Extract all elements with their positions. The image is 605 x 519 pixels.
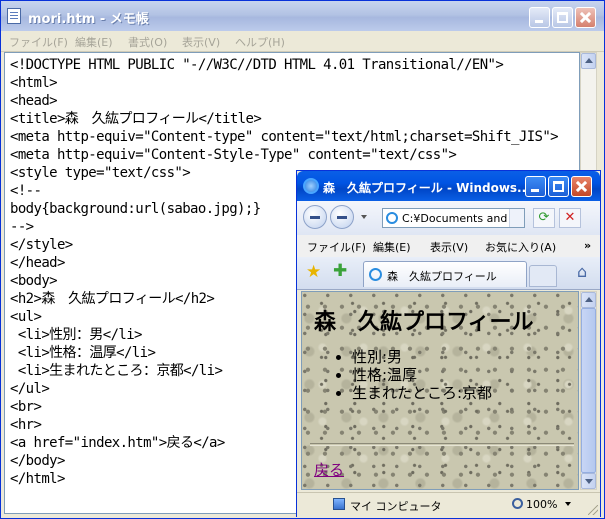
minimize-icon xyxy=(530,8,549,27)
code-line: <hr> xyxy=(10,417,42,433)
menu-file[interactable]: ファイル(F) xyxy=(307,239,366,255)
code-line: </head> xyxy=(10,255,65,271)
tab-label: 森 久紘プロフィール xyxy=(387,270,497,283)
notepad-app-icon[interactable] xyxy=(7,8,21,24)
code-line: <head> xyxy=(10,93,58,109)
scroll-up-arrow-icon[interactable] xyxy=(581,292,596,308)
menu-file[interactable]: ファイル(F) xyxy=(9,34,68,50)
menu-view[interactable]: 表示(V) xyxy=(182,34,220,50)
code-line: </html> xyxy=(10,471,65,487)
ie-logo-icon[interactable] xyxy=(303,178,319,194)
menu-favorites[interactable]: お気に入り(A) xyxy=(485,239,556,255)
menu-view[interactable]: 表示(V) xyxy=(430,239,468,255)
menu-edit[interactable]: 編集(E) xyxy=(75,34,113,50)
security-zone-label: マイ コンピュータ xyxy=(350,500,442,513)
menu-edit[interactable]: 編集(E) xyxy=(373,239,411,255)
zoom-dropdown-icon[interactable] xyxy=(565,502,571,506)
code-line: <meta http-equiv="Content-Style-Type" co… xyxy=(10,147,457,163)
zoom-icon[interactable] xyxy=(512,498,523,509)
browser-page-content: 森 久紘プロフィール 性別:男 性格:温厚 生まれたところ:京都 戻る xyxy=(301,291,579,490)
profile-list: 性別:男 性格:温厚 生まれたところ:京都 xyxy=(338,348,492,402)
browser-window-title: 森 久紘プロフィール - Windows... xyxy=(323,181,531,195)
address-dropdown-icon[interactable] xyxy=(509,209,524,227)
list-item: 性格:温厚 xyxy=(352,366,492,384)
scroll-down-arrow-icon[interactable] xyxy=(581,473,596,489)
browser-status-bar: マイ コンピュータ 100% xyxy=(297,492,600,517)
close-icon xyxy=(576,8,595,27)
favorites-star-icon[interactable]: ★ xyxy=(306,262,321,282)
code-line: <li>生まれたところ：京都</li> xyxy=(10,363,223,379)
code-line: <ul> xyxy=(10,309,42,325)
horizontal-rule xyxy=(310,443,574,446)
browser-title-bar[interactable]: 森 久紘プロフィール - Windows... xyxy=(297,171,600,201)
computer-icon xyxy=(333,498,345,510)
code-line: <li>性別：男</li> xyxy=(10,327,143,343)
notepad-maximize-button[interactable] xyxy=(552,7,573,28)
code-line: <html> xyxy=(10,75,58,91)
tab-current-page[interactable]: 森 久紘プロフィール xyxy=(363,261,527,287)
browser-vertical-scrollbar[interactable] xyxy=(580,291,597,490)
refresh-icon[interactable]: ⟳ xyxy=(533,208,555,228)
browser-maximize-button[interactable] xyxy=(548,176,569,197)
code-line: <h2>森 久紘プロフィール</h2> xyxy=(10,291,215,307)
list-item: 生まれたところ:京都 xyxy=(352,384,492,402)
page-icon xyxy=(386,212,398,224)
code-line: body{background:url(sabao.jpg);} xyxy=(10,201,261,217)
page-heading: 森 久紘プロフィール xyxy=(314,310,534,335)
add-favorite-icon[interactable]: ✚ xyxy=(333,261,347,281)
close-icon xyxy=(572,177,591,196)
menu-help[interactable]: ヘルプ(H) xyxy=(235,34,285,50)
forward-arrow-icon[interactable] xyxy=(330,205,354,229)
notepad-minimize-button[interactable] xyxy=(529,7,550,28)
notepad-menu-bar: ファイル(F) 編集(E) 書式(O) 表示(V) ヘルプ(H) xyxy=(1,31,604,52)
scrollbar-thumb[interactable] xyxy=(581,308,596,473)
minimize-icon xyxy=(526,177,545,196)
address-text: C:¥Documents and S xyxy=(402,212,518,225)
code-line: <br> xyxy=(10,399,42,415)
page-icon xyxy=(369,268,382,281)
browser-menu-bar: ファイル(F) 編集(E) 表示(V) お気に入り(A) » xyxy=(297,235,600,258)
back-arrow-icon[interactable] xyxy=(303,205,327,229)
code-line: </ul> xyxy=(10,381,50,397)
new-tab-button[interactable] xyxy=(529,265,557,287)
code-line: <!-- xyxy=(10,183,42,199)
back-link[interactable]: 戻る xyxy=(314,459,344,480)
code-line: <style type="text/css"> xyxy=(10,165,191,181)
code-line: <meta http-equiv="Content-type" content=… xyxy=(10,129,559,145)
home-icon[interactable]: ⌂ xyxy=(577,262,587,281)
history-dropdown-icon[interactable] xyxy=(361,215,367,219)
notepad-title-bar[interactable]: mori.htm - メモ帳 xyxy=(1,1,604,31)
code-line: </body> xyxy=(10,453,65,469)
address-bar[interactable]: C:¥Documents and S xyxy=(382,208,525,228)
browser-tab-bar: ★ ✚ 森 久紘プロフィール ⌂ xyxy=(297,257,600,290)
code-line: <!DOCTYPE HTML PUBLIC "-//W3C//DTD HTML … xyxy=(10,57,504,73)
code-line: <title>森 久紘プロフィール</title> xyxy=(10,111,262,127)
resize-grip-icon[interactable] xyxy=(588,505,598,515)
scroll-up-arrow-icon[interactable] xyxy=(581,53,596,69)
maximize-icon xyxy=(549,177,568,196)
code-line: <li>性格：温厚</li> xyxy=(10,345,156,361)
browser-minimize-button[interactable] xyxy=(525,176,546,197)
menu-format[interactable]: 書式(O) xyxy=(128,34,167,50)
browser-navigation-bar: C:¥Documents and S ⟳ ✕ xyxy=(297,201,600,236)
code-line: <body> xyxy=(10,273,58,289)
maximize-icon xyxy=(553,8,572,27)
code-line: --> xyxy=(10,219,34,235)
browser-close-button[interactable] xyxy=(571,176,592,197)
notepad-window-title: mori.htm - メモ帳 xyxy=(28,12,149,27)
code-line: <a href="index.htm">戻る</a> xyxy=(10,435,225,451)
zoom-level[interactable]: 100% xyxy=(526,498,557,511)
notepad-close-button[interactable] xyxy=(575,7,596,28)
menu-overflow-icon[interactable]: » xyxy=(584,239,591,252)
list-item: 性別:男 xyxy=(352,348,492,366)
browser-window: 森 久紘プロフィール - Windows... C:¥Documents and… xyxy=(296,170,601,517)
stop-icon[interactable]: ✕ xyxy=(559,208,581,228)
code-line: </style> xyxy=(10,237,73,253)
